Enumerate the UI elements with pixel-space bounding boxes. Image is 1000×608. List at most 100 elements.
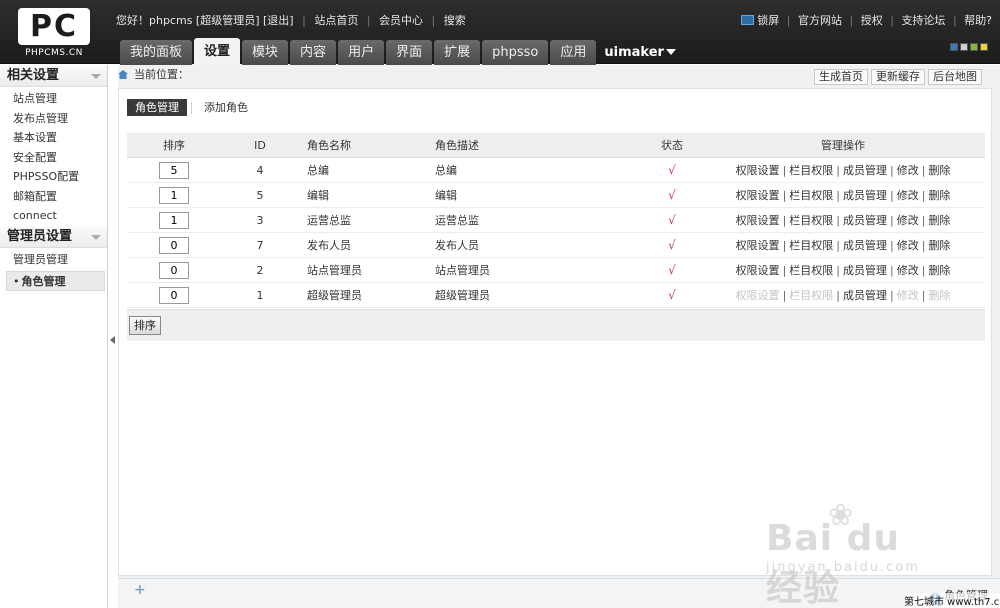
- theme-swatch-green[interactable]: [970, 43, 978, 51]
- header-role-name: 角色名称: [307, 139, 351, 152]
- column-permission-link[interactable]: 栏目权限: [789, 239, 833, 252]
- search-link[interactable]: 搜索: [444, 14, 466, 27]
- support-forum-link[interactable]: 支持论坛: [901, 14, 945, 27]
- sidebar-item-basic-settings[interactable]: 基本设置: [0, 128, 107, 148]
- phpcms-logo[interactable]: PC PHPCMS.CN: [18, 8, 90, 58]
- user-menu-label: uimaker: [604, 45, 664, 60]
- sort-order-input[interactable]: [159, 162, 189, 179]
- divider: |: [782, 189, 787, 202]
- edit-link[interactable]: 修改: [897, 189, 919, 202]
- tab-settings[interactable]: 设置: [194, 38, 241, 65]
- edit-link[interactable]: 修改: [897, 264, 919, 277]
- divider: |: [849, 14, 854, 27]
- tab-interface[interactable]: 界面: [386, 40, 433, 65]
- sidebar-item-label: 角色管理: [21, 275, 66, 288]
- column-permission-link[interactable]: 栏目权限: [789, 164, 833, 177]
- member-management-link[interactable]: 成员管理: [843, 239, 887, 252]
- permission-settings-link[interactable]: 权限设置: [736, 264, 780, 277]
- divider: |: [782, 164, 787, 177]
- update-cache-button[interactable]: 更新缓存: [871, 69, 925, 85]
- top-right-links: 锁屏 | 官方网站 | 授权 | 支持论坛 | 帮助?: [741, 12, 992, 28]
- content-panel: 角色管理添加角色 排序 ID 角色名称 角色描述 状态 管理操作 4 总编 总编 √ 权…: [118, 88, 992, 576]
- user-menu[interactable]: uimaker: [598, 40, 682, 65]
- edit-link[interactable]: 修改: [897, 164, 919, 177]
- tab-modules[interactable]: 模块: [242, 40, 289, 65]
- sort-button[interactable]: 排序: [129, 316, 161, 335]
- sort-order-input[interactable]: [159, 237, 189, 254]
- delete-link[interactable]: 删除: [928, 189, 950, 202]
- sidebar-collapse-icon[interactable]: [110, 336, 115, 344]
- theme-swatch-blue[interactable]: [950, 43, 958, 51]
- generate-home-button[interactable]: 生成首页: [814, 69, 868, 85]
- member-management-link[interactable]: 成员管理: [843, 214, 887, 227]
- logout-link[interactable]: [退出]: [263, 14, 294, 27]
- sort-order-input[interactable]: [159, 212, 189, 229]
- sidebar-section-related-settings[interactable]: 相关设置: [0, 65, 107, 87]
- sidebar-section-title: 相关设置: [7, 68, 60, 83]
- column-permission-link[interactable]: 栏目权限: [789, 189, 833, 202]
- delete-link[interactable]: 删除: [928, 214, 950, 227]
- tab-role-management[interactable]: 角色管理: [127, 99, 187, 116]
- add-role-link[interactable]: 添加角色: [196, 99, 256, 116]
- breadcrumb-actions: 生成首页 更新缓存 后台地图: [811, 67, 982, 85]
- divider: |: [890, 289, 894, 302]
- role-name: 站点管理员: [307, 264, 362, 277]
- lock-screen-link[interactable]: 锁屏: [757, 14, 779, 27]
- license-link[interactable]: 授权: [861, 14, 883, 27]
- edit-link[interactable]: 修改: [897, 214, 919, 227]
- theme-swatch-yellow[interactable]: [980, 43, 988, 51]
- sidebar-item-mail-config[interactable]: 邮箱配置: [0, 187, 107, 207]
- permission-settings-link[interactable]: 权限设置: [736, 189, 780, 202]
- delete-link[interactable]: 删除: [928, 164, 950, 177]
- sort-order-input[interactable]: [159, 262, 189, 279]
- sidebar-item-site-management[interactable]: 站点管理: [0, 89, 107, 109]
- tab-content[interactable]: 内容: [290, 40, 337, 65]
- divider: |: [890, 239, 894, 252]
- site-home-link[interactable]: 站点首页: [314, 14, 358, 27]
- tab-my-panel[interactable]: 我的面板: [120, 40, 193, 65]
- divider: [191, 101, 192, 114]
- official-site-link[interactable]: 官方网站: [798, 14, 842, 27]
- permission-settings-link[interactable]: 权限设置: [736, 214, 780, 227]
- permission-settings-link[interactable]: 权限设置: [736, 164, 780, 177]
- sidebar-section-title: 管理员设置: [7, 228, 73, 244]
- sort-order-input[interactable]: [159, 187, 189, 204]
- member-management-link[interactable]: 成员管理: [843, 264, 887, 277]
- tab-users[interactable]: 用户: [338, 40, 385, 65]
- sidebar-section-admin-settings[interactable]: 管理员设置: [0, 225, 107, 248]
- help-link[interactable]: 帮助?: [964, 14, 992, 27]
- permission-settings-link[interactable]: 权限设置: [736, 239, 780, 252]
- sidebar-item-connect[interactable]: connect: [0, 206, 107, 226]
- column-permission-link: 栏目权限: [789, 289, 834, 302]
- delete-link[interactable]: 删除: [928, 239, 950, 252]
- member-center-link[interactable]: 会员中心: [379, 14, 423, 27]
- tab-phpsso[interactable]: phpsso: [482, 40, 549, 65]
- sidebar-item-security-config[interactable]: 安全配置: [0, 148, 107, 168]
- main-content: 当前位置： 生成首页 更新缓存 后台地图 角色管理 添加角色 排序 ID 角色名称 角…: [118, 65, 1000, 608]
- sidebar-item-role-management[interactable]: • 角色管理: [6, 271, 105, 291]
- row-actions: 权限设置 | 栏目权限 | 成员管理 | 修改 | 删除: [727, 183, 959, 208]
- column-permission-link[interactable]: 栏目权限: [789, 214, 833, 227]
- tab-apps[interactable]: 应用: [550, 40, 597, 65]
- status-check-icon: √: [637, 158, 707, 183]
- tab-extensions[interactable]: 扩展: [434, 40, 481, 65]
- sidebar-item-publish-point[interactable]: 发布点管理: [0, 109, 107, 129]
- check-mark-icon: √: [668, 213, 676, 227]
- header-sort: 排序: [163, 139, 185, 152]
- theme-swatch-gray[interactable]: [960, 43, 968, 51]
- admin-map-button[interactable]: 后台地图: [928, 69, 982, 85]
- divider: |: [782, 239, 787, 252]
- sidebar-item-phpsso-config[interactable]: PHPSSO配置: [0, 167, 107, 187]
- member-management-link[interactable]: 成员管理: [843, 189, 887, 202]
- member-management-link[interactable]: 成员管理: [843, 289, 887, 302]
- column-permission-link[interactable]: 栏目权限: [789, 264, 833, 277]
- status-check-icon: √: [637, 183, 707, 208]
- row-actions: 权限设置 | 栏目权限 | 成员管理 | 修改 | 删除: [727, 158, 959, 183]
- delete-link[interactable]: 删除: [928, 264, 950, 277]
- divider: |: [836, 264, 840, 277]
- sidebar-item-admin-management[interactable]: 管理员管理: [0, 250, 107, 270]
- sort-order-input[interactable]: [159, 287, 189, 304]
- plus-icon[interactable]: +: [134, 582, 146, 598]
- edit-link[interactable]: 修改: [897, 239, 919, 252]
- member-management-link[interactable]: 成员管理: [843, 164, 887, 177]
